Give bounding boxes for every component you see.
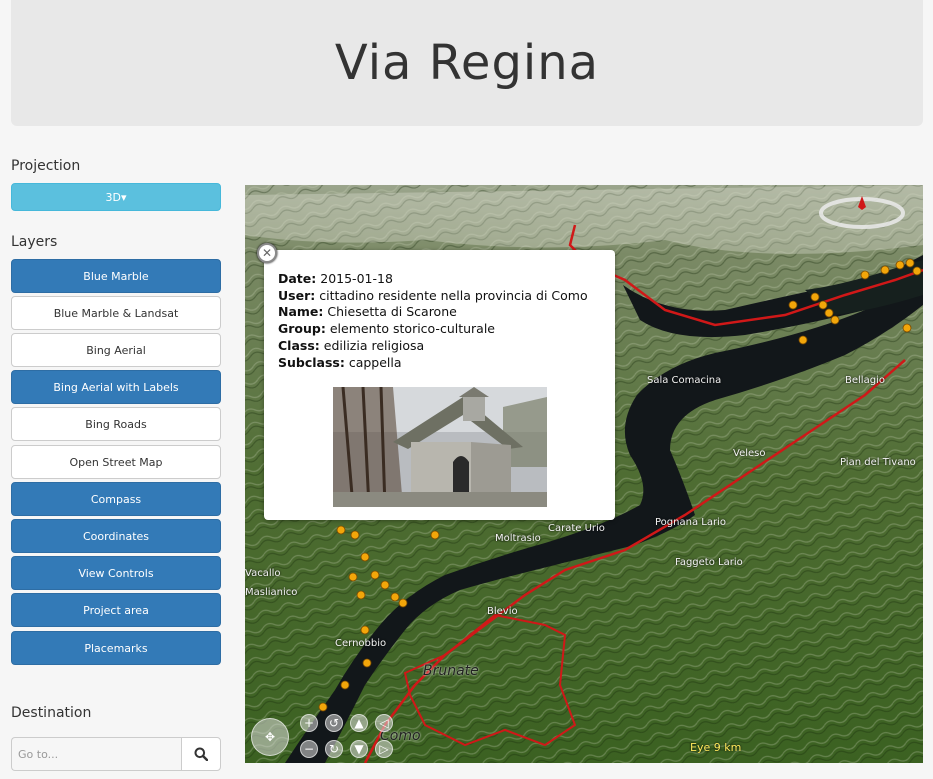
map-label-faggeto-lario: Faggeto Lario bbox=[675, 557, 743, 568]
popup-date-value: 2015-01-18 bbox=[320, 271, 393, 286]
tilt-down-button[interactable]: ▼ bbox=[350, 740, 368, 758]
popup-name-label: Name: bbox=[278, 304, 324, 320]
zoom-out-button[interactable]: − bbox=[300, 740, 318, 758]
tilt-up-button[interactable]: ▲ bbox=[350, 714, 368, 732]
map-label-moltrasio: Moltrasio bbox=[495, 533, 541, 544]
map-label-bellagio: Bellagio bbox=[845, 375, 885, 386]
popup-subclass-value: cappella bbox=[348, 354, 402, 370]
destination-heading: Destination bbox=[11, 705, 92, 721]
popup-date-label: Date: bbox=[278, 271, 317, 286]
layer-placemarks[interactable]: Placemarks bbox=[11, 631, 221, 665]
map-label-veleso: Veleso bbox=[733, 448, 766, 459]
map-label-cernobbio: Cernobbio bbox=[335, 638, 387, 649]
map-label-pian-del-tivano: Pian del Tivano bbox=[840, 457, 916, 468]
layer-bing-aerial[interactable]: Bing Aerial bbox=[11, 333, 221, 367]
zoom-in-button[interactable]: + bbox=[300, 714, 318, 732]
projection-dropdown-button[interactable]: 3D▾ bbox=[11, 183, 221, 211]
map-label-maslianico: Maslianico bbox=[245, 587, 298, 598]
popup-user-value: cittadino residente nella provincia di C… bbox=[319, 287, 588, 303]
popup-class-label: Class: bbox=[278, 337, 320, 353]
chapel-photo-image bbox=[333, 387, 547, 507]
rotate-ccw-button[interactable]: ↺ bbox=[325, 714, 343, 732]
map-label-blevio: Blevio bbox=[487, 606, 518, 617]
layer-blue-marble-landsat[interactable]: Blue Marble & Landsat bbox=[11, 296, 221, 330]
map-label-pognana-lario: Pognana Lario bbox=[655, 517, 726, 528]
pan-control[interactable]: ✥ bbox=[251, 718, 289, 756]
page-title: Via Regina bbox=[334, 35, 600, 91]
page-header: Via Regina bbox=[11, 0, 923, 126]
map-label-carate-urio: Carate Urio bbox=[548, 523, 605, 534]
compass-icon bbox=[819, 196, 905, 229]
fov-narrow-button[interactable]: ▷ bbox=[375, 740, 393, 758]
popup-class-value: edilizia religiosa bbox=[323, 337, 425, 353]
rotate-cw-button[interactable]: ↻ bbox=[325, 740, 343, 758]
layers-heading: Layers bbox=[11, 234, 58, 250]
popup-close-icon[interactable]: ✕ bbox=[257, 243, 277, 263]
popup-subclass-label: Subclass: bbox=[278, 354, 345, 370]
destination-search-button[interactable] bbox=[181, 737, 221, 771]
compass-control[interactable] bbox=[818, 193, 906, 237]
layer-compass[interactable]: Compass bbox=[11, 482, 221, 516]
destination-search-input[interactable] bbox=[11, 737, 182, 771]
layer-bing-roads[interactable]: Bing Roads bbox=[11, 407, 221, 441]
layer-project-area[interactable]: Project area bbox=[11, 593, 221, 627]
layer-coordinates[interactable]: Coordinates bbox=[11, 519, 221, 553]
map-label-brunate: Brunate bbox=[423, 663, 479, 679]
search-icon bbox=[194, 747, 208, 761]
map-label-vacallo: Vacallo bbox=[245, 568, 281, 579]
popup-group-label: Group: bbox=[278, 321, 326, 337]
layer-open-street-map[interactable]: Open Street Map bbox=[11, 445, 221, 479]
projection-heading: Projection bbox=[11, 158, 81, 174]
fov-wide-button[interactable]: ◁ bbox=[375, 714, 393, 732]
popup-photo bbox=[333, 387, 547, 507]
layer-bing-aerial-labels[interactable]: Bing Aerial with Labels bbox=[11, 370, 221, 404]
map-label-sala-comacina: Sala Comacina bbox=[647, 375, 722, 386]
layer-view-controls[interactable]: View Controls bbox=[11, 556, 221, 590]
popup-group-value: elemento storico-culturale bbox=[329, 321, 495, 337]
eye-altitude-readout: Eye 9 km bbox=[690, 741, 742, 754]
popup-user-label: User: bbox=[278, 287, 316, 303]
popup-name-value: Chiesetta di Scarone bbox=[327, 304, 457, 320]
layer-blue-marble[interactable]: Blue Marble bbox=[11, 259, 221, 293]
